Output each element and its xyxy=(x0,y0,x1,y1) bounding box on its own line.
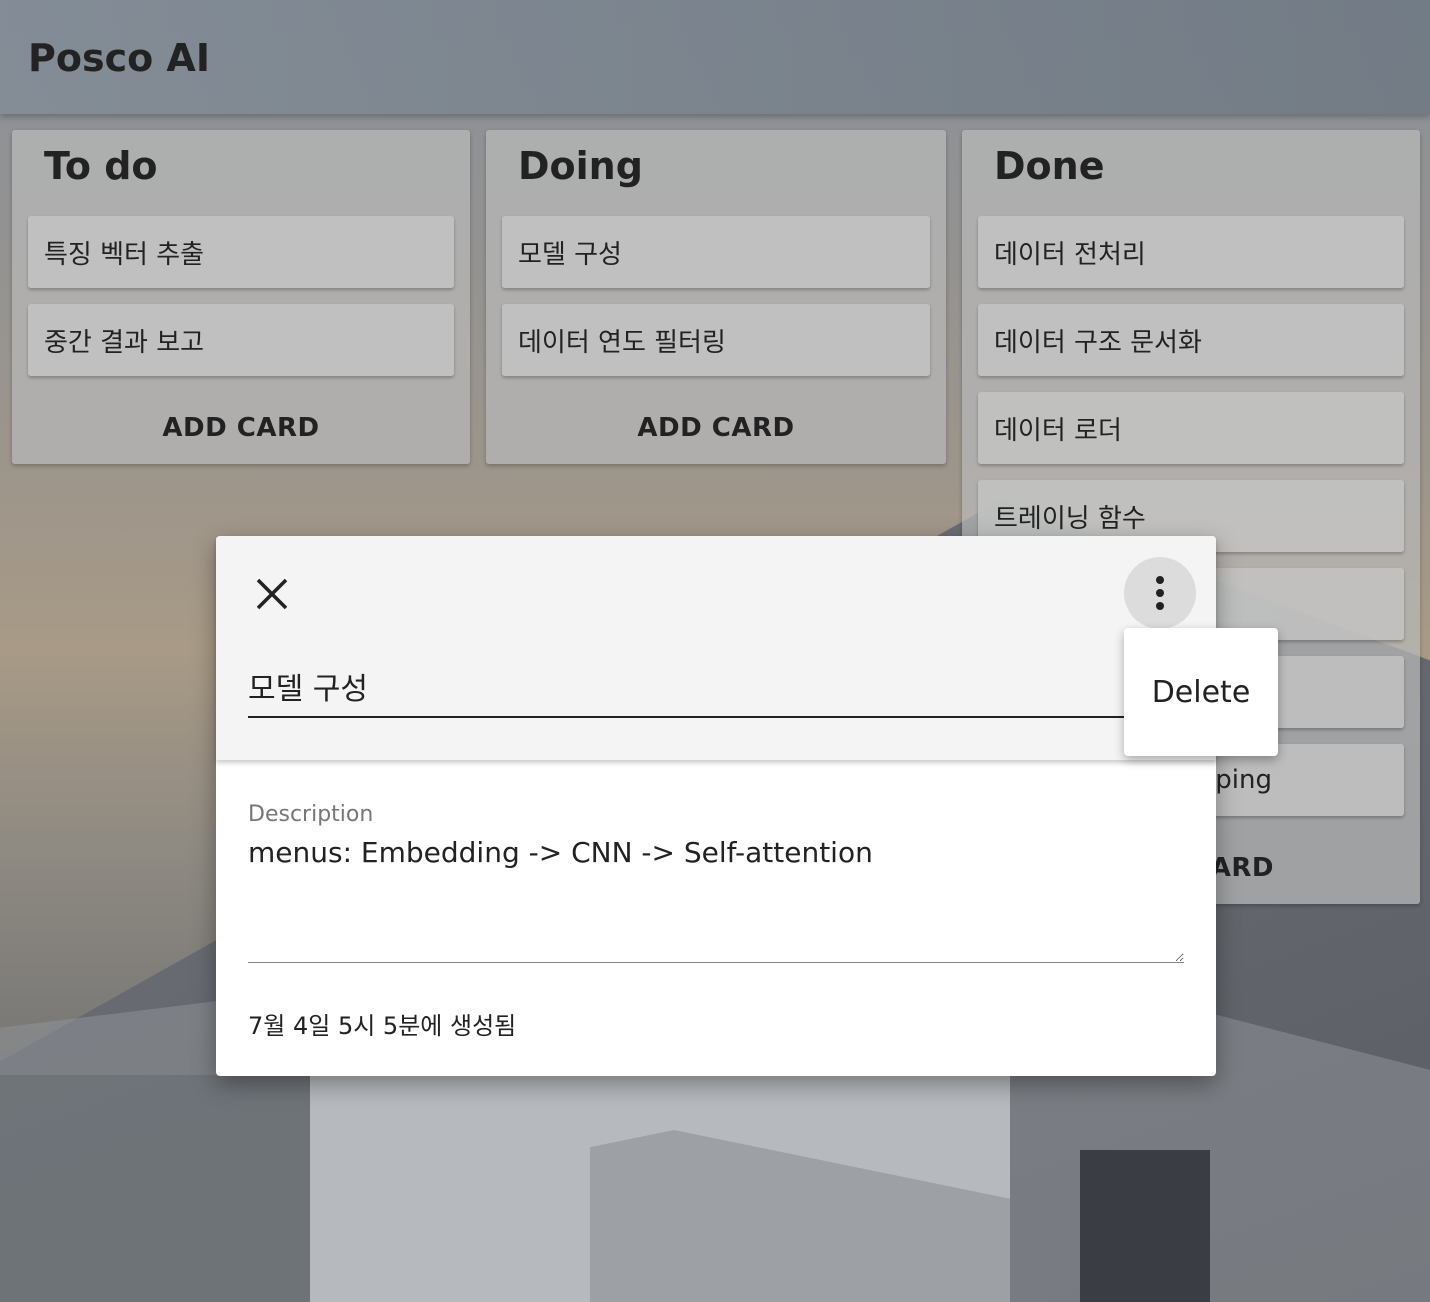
options-menu: Delete xyxy=(1124,628,1278,756)
card[interactable]: 데이터 연도 필터링 xyxy=(502,304,930,376)
column-title: Done xyxy=(994,144,1105,188)
column-title: Doing xyxy=(518,144,643,188)
card-detail-dialog: Description menus: Embedding -> CNN -> S… xyxy=(216,536,1216,1076)
close-icon xyxy=(256,578,288,610)
app-title: Posco AI xyxy=(28,36,210,80)
add-card-button[interactable]: ADD CARD xyxy=(12,392,470,464)
add-card-button[interactable]: ADD CARD xyxy=(486,392,946,464)
column-title: To do xyxy=(44,144,158,188)
delete-menu-item[interactable]: Delete xyxy=(1124,628,1278,756)
card[interactable]: 모델 구성 xyxy=(502,216,930,288)
created-timestamp: 7월 4일 5시 5분에 생성됨 xyxy=(248,1012,517,1040)
description-textarea[interactable]: menus: Embedding -> CNN -> Self-attentio… xyxy=(248,836,1184,963)
background-window xyxy=(1080,1150,1210,1302)
description-label: Description xyxy=(248,802,374,827)
card[interactable]: 데이터 로더 xyxy=(978,392,1404,464)
column-doing: Doing 모델 구성 데이터 연도 필터링 ADD CARD xyxy=(486,130,946,464)
dialog-header xyxy=(216,536,1216,760)
card[interactable]: 데이터 전처리 xyxy=(978,216,1404,288)
close-button[interactable] xyxy=(250,572,294,616)
app-bar: Posco AI xyxy=(0,0,1430,114)
card[interactable]: 특징 벡터 추출 xyxy=(28,216,454,288)
card-title-input[interactable] xyxy=(248,656,1184,718)
card[interactable]: 데이터 구조 문서화 xyxy=(978,304,1404,376)
background-wall xyxy=(0,1075,320,1302)
card[interactable]: 중간 결과 보고 xyxy=(28,304,454,376)
more-options-button[interactable] xyxy=(1124,557,1196,629)
column-todo: To do 특징 벡터 추출 중간 결과 보고 ADD CARD xyxy=(12,130,470,464)
